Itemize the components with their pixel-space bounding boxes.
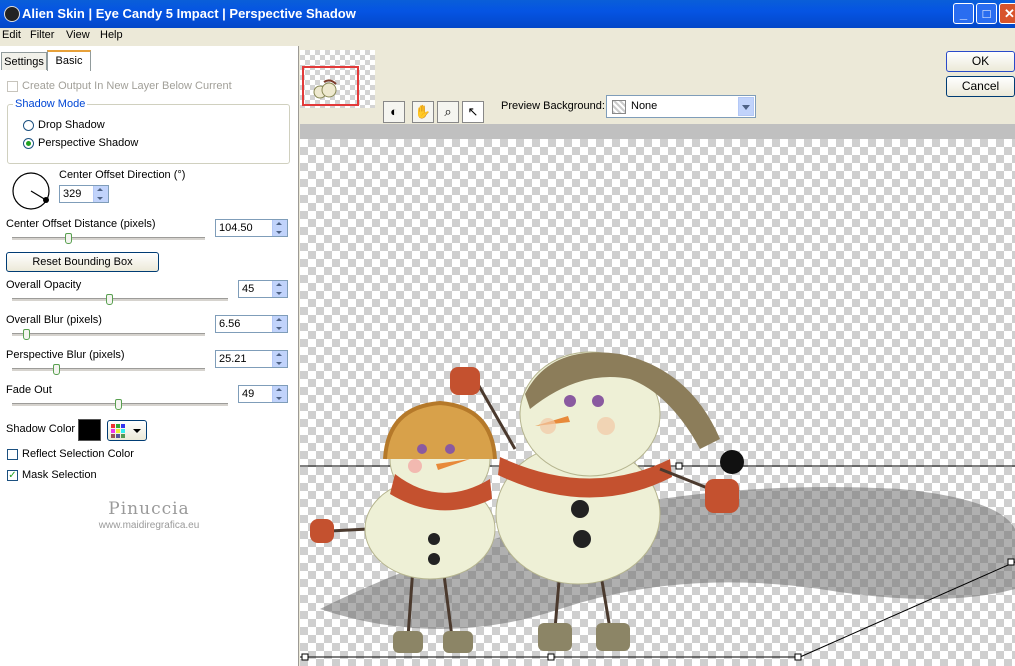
menu-edit[interactable]: Edit [2,29,21,41]
preview-toggle-icon[interactable]: ◐ [383,101,405,123]
menu-filter[interactable]: Filter [30,29,54,41]
preview-background-label: Preview Background: [501,100,605,112]
overall-opacity-slider[interactable] [12,298,228,301]
cancel-button[interactable]: Cancel [946,76,1015,97]
window-title: Alien Skin | Eye Candy 5 Impact | Perspe… [22,6,356,21]
create-output-checkbox[interactable] [7,81,18,92]
direction-dial[interactable] [10,170,52,212]
ok-button[interactable]: OK [946,51,1015,72]
drop-shadow-radio[interactable] [23,120,34,131]
center-offset-distance-label: Center Offset Distance (pixels) [6,218,156,230]
overall-opacity-thumb[interactable] [106,294,114,305]
shadow-mode-group [7,104,290,164]
perspective-shadow-label: Perspective Shadow [38,137,139,149]
color-picker-button[interactable] [107,420,147,441]
overall-blur-slider[interactable] [12,333,205,336]
overall-blur-spinner[interactable]: 6.56 [215,315,288,333]
center-offset-direction-value: 329 [63,188,82,200]
mask-selection-checkbox[interactable]: ✓ [7,470,18,481]
chevron-down-icon[interactable] [738,97,754,116]
zoom-tool-icon[interactable]: ⌕ [437,101,459,123]
center-offset-distance-slider[interactable] [12,237,205,240]
overall-opacity-value: 45 [242,283,255,295]
checker-swatch-icon [612,100,626,114]
overall-blur-label: Overall Blur (pixels) [6,314,102,326]
bounding-handle[interactable] [301,653,309,661]
center-offset-distance-spinner[interactable]: 104.50 [215,219,288,237]
overall-opacity-spinner[interactable]: 45 [238,280,288,298]
mask-selection-label: Mask Selection [22,469,97,481]
reflect-selection-color-label: Reflect Selection Color [22,448,134,460]
center-offset-direction-label: Center Offset Direction (°) [59,169,186,181]
menu-bar: Edit Filter View Help [0,28,1015,46]
preview-image [300,351,1015,661]
shadow-mode-title: Shadow Mode [13,98,88,110]
reset-bounding-box-button[interactable]: Reset Bounding Box [6,252,159,272]
tab-basic[interactable]: Basic [47,50,91,71]
drop-shadow-label: Drop Shadow [38,119,105,131]
minimize-button[interactable]: _ [953,3,974,24]
watermark-url: www.maidiregrafica.eu [98,520,200,531]
hand-tool-icon[interactable]: ✋ [412,101,434,123]
overall-opacity-label: Overall Opacity [6,279,82,291]
center-offset-direction-spinner[interactable]: 329 [59,185,109,203]
color-grid-icon [111,424,141,438]
thumbnail-selection-rect[interactable] [302,66,359,106]
preview-background-value: None [631,100,658,112]
close-button[interactable]: ✕ [999,3,1015,24]
direction-handle[interactable] [720,450,744,474]
preview-canvas[interactable] [300,139,1015,666]
perspective-blur-label: Perspective Blur (pixels) [6,349,125,361]
perspective-shadow-radio[interactable] [23,138,34,149]
reflect-selection-color-checkbox[interactable] [7,449,18,460]
app-icon [4,6,20,22]
preview-background-select[interactable]: None [606,95,756,118]
bounding-handle[interactable] [547,653,555,661]
fade-out-spinner[interactable]: 49 [238,385,288,403]
perspective-blur-slider[interactable] [12,368,205,371]
fade-out-thumb[interactable] [114,399,122,410]
perspective-blur-value: 25.21 [219,353,247,365]
title-bar: Alien Skin | Eye Candy 5 Impact | Perspe… [0,0,1015,28]
overall-blur-value: 6.56 [219,318,241,330]
watermark-name: Pinuccia [108,499,190,519]
fade-out-value: 49 [242,388,255,400]
menu-view[interactable]: View [66,29,90,41]
bounding-handle[interactable] [794,653,802,661]
arrow-tool-icon[interactable]: ↖ [462,101,484,123]
maximize-button[interactable]: □ [976,3,997,24]
tab-settings[interactable]: Settings [1,52,47,70]
fade-out-label: Fade Out [6,384,52,396]
settings-panel: Settings Basic Create Output In New Laye… [0,46,299,666]
shadow-color-label: Shadow Color [6,423,76,435]
perspective-blur-spinner[interactable]: 25.21 [215,350,288,368]
shadow-color-swatch[interactable] [78,419,101,441]
perspective-blur-thumb[interactable] [53,364,61,375]
bounding-handle[interactable] [675,462,683,470]
menu-help[interactable]: Help [100,29,123,41]
overall-blur-thumb[interactable] [22,329,30,340]
center-offset-distance-value: 104.50 [219,222,253,234]
bounding-handle[interactable] [1007,558,1015,566]
center-offset-distance-thumb[interactable] [64,233,72,244]
create-output-label: Create Output In New Layer Below Current [22,80,232,92]
